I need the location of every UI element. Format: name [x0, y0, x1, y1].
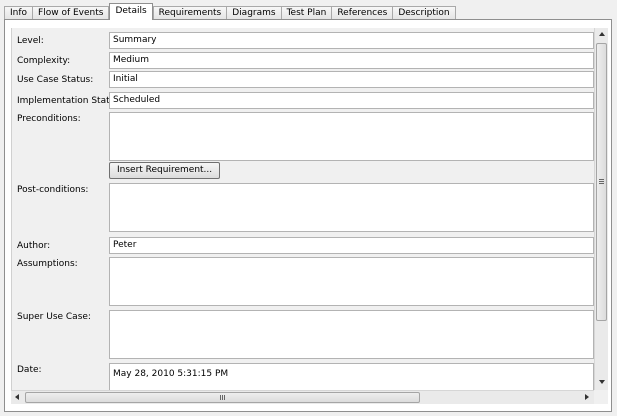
scroll-left-icon[interactable]	[15, 394, 19, 400]
insert-requirement-button[interactable]: Insert Requirement...	[109, 162, 221, 179]
details-form: Level: Summary Complexity: Medium Use Ca…	[11, 28, 594, 390]
scroll-down-icon[interactable]	[599, 380, 605, 384]
tab-bar: Info Flow of Events Details Requirements…	[4, 3, 456, 20]
horizontal-scroll-thumb[interactable]	[25, 392, 420, 403]
horizontal-scrollbar[interactable]	[11, 390, 594, 404]
post-conditions-label: Post-conditions:	[17, 185, 89, 195]
preconditions-textarea[interactable]	[109, 112, 594, 161]
super-use-case-textarea[interactable]	[109, 310, 594, 359]
use-case-status-label: Use Case Status:	[17, 75, 94, 85]
tab-diagrams[interactable]: Diagrams	[226, 6, 282, 20]
grip-line-icon	[599, 181, 604, 182]
scroll-up-icon[interactable]	[599, 32, 605, 36]
date-label: Date:	[17, 365, 42, 375]
implementation-status-label: Implementation Status:	[17, 96, 124, 106]
tab-info[interactable]: Info	[4, 6, 34, 20]
assumptions-textarea[interactable]	[109, 257, 594, 306]
tab-test-plan[interactable]: Test Plan	[280, 6, 333, 20]
vertical-scroll-thumb[interactable]	[596, 43, 607, 321]
complexity-label: Complexity:	[17, 56, 71, 66]
tab-requirements[interactable]: Requirements	[152, 6, 228, 20]
assumptions-label: Assumptions:	[17, 259, 78, 269]
tab-references[interactable]: References	[331, 6, 394, 20]
implementation-status-field[interactable]: Scheduled	[109, 92, 594, 109]
tab-flow-of-events[interactable]: Flow of Events	[32, 6, 110, 20]
super-use-case-label: Super Use Case:	[17, 312, 91, 322]
level-label: Level:	[17, 36, 44, 46]
tab-details[interactable]: Details	[109, 3, 153, 20]
grip-line-icon	[224, 395, 225, 400]
scroll-corner	[594, 390, 608, 404]
post-conditions-textarea[interactable]	[109, 183, 594, 232]
grip-line-icon	[222, 395, 223, 400]
complexity-field[interactable]: Medium	[109, 52, 594, 69]
grip-line-icon	[220, 395, 221, 400]
author-label: Author:	[17, 241, 51, 251]
grip-line-icon	[599, 179, 604, 180]
author-field[interactable]: Peter	[109, 237, 594, 254]
level-field[interactable]: Summary	[109, 32, 594, 49]
preconditions-label: Preconditions:	[17, 114, 81, 124]
tab-description[interactable]: Description	[392, 6, 456, 20]
scroll-right-icon[interactable]	[585, 394, 589, 400]
details-panel: Level: Summary Complexity: Medium Use Ca…	[4, 19, 612, 412]
vertical-scrollbar[interactable]	[594, 28, 608, 390]
date-textarea[interactable]: May 28, 2010 5:31:15 PM	[109, 363, 594, 390]
grip-line-icon	[599, 183, 604, 184]
use-case-status-field[interactable]: Initial	[109, 71, 594, 88]
